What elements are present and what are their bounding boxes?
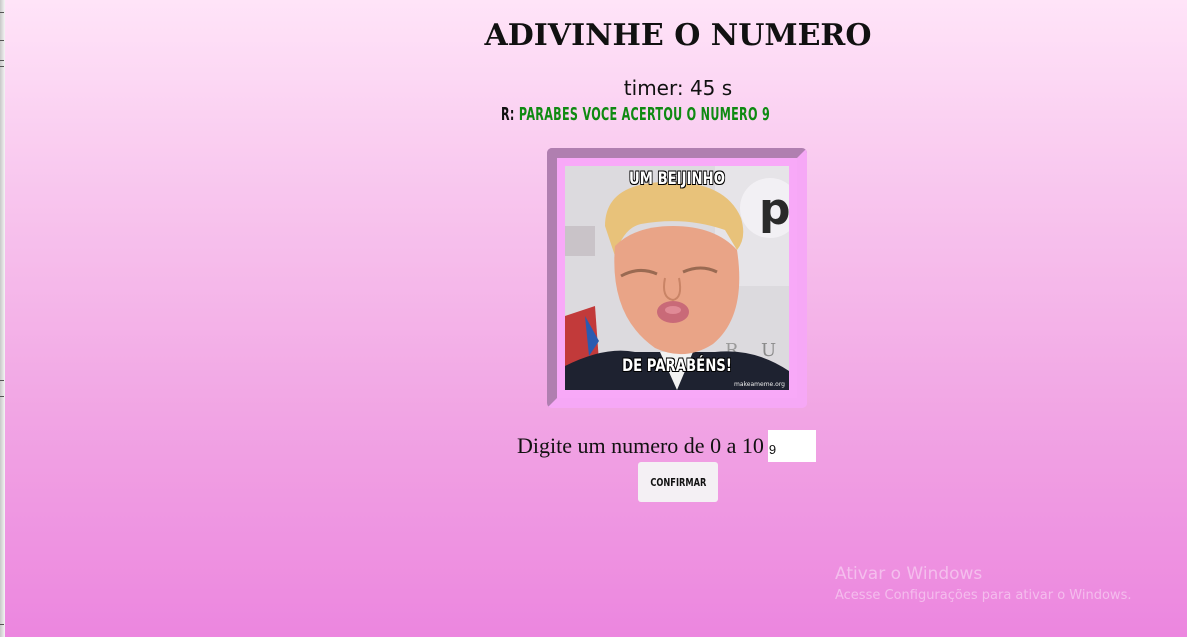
activation-subtitle: Acesse Configurações para ativar o Windo… [835, 588, 1132, 603]
page-title: ADIVINHE O NUMERO [484, 18, 872, 53]
result-message: PARABES VOCE ACERTOU O NUMERO 9 [518, 104, 771, 125]
result-prefix: R: [501, 104, 515, 125]
edge-tick [0, 66, 4, 67]
activation-title: Ativar o Windows [835, 564, 983, 584]
guess-prompt-label: Digite um numero de 0 a 10 [517, 433, 764, 458]
timer-text: timer: 45 s [623, 76, 733, 100]
edge-tick [0, 396, 4, 397]
confirm-button-label: CONFIRMAR [650, 475, 706, 489]
edge-tick [0, 60, 4, 61]
svg-text:p: p [759, 184, 789, 235]
edge-tick [0, 12, 4, 13]
guess-form-row: Digite um numero de 0 a 10 [517, 430, 816, 462]
edge-tick [0, 624, 4, 625]
edge-tick [0, 380, 4, 381]
meme-bottom-caption: DE PARABÉNS! [622, 356, 732, 376]
meme-frame: p U R UM BEIJINHO DE PARABÉNS! makeameme… [547, 148, 807, 408]
guess-number-input[interactable] [767, 430, 816, 462]
windows-activation-watermark: Ativar o Windows Acesse Configurações pa… [835, 564, 1131, 603]
confirm-button[interactable]: CONFIRMAR [638, 462, 718, 502]
result-line: R: PARABES VOCE ACERTOU O NUMERO 9 [501, 104, 770, 125]
meme-image: p U R UM BEIJINHO DE PARABÉNS! makeameme… [565, 166, 789, 390]
meme-top-caption: UM BEIJINHO [628, 169, 726, 189]
meme-watermark: makeameme.org [734, 381, 785, 388]
